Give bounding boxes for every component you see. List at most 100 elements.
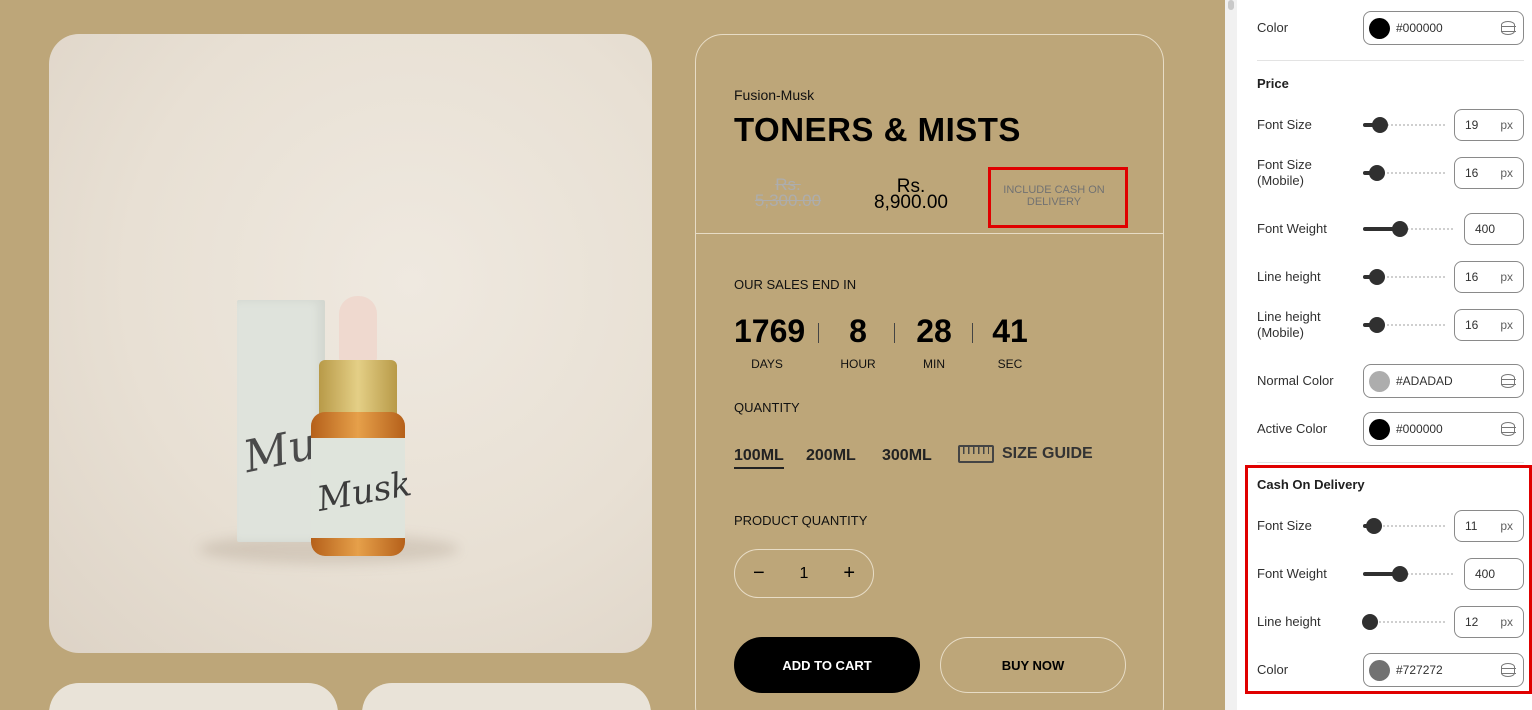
price-font-weight-label: Font Weight bbox=[1257, 221, 1327, 236]
product-title: TONERS & MISTS bbox=[734, 111, 1021, 148]
add-to-cart-button[interactable]: ADD TO CART bbox=[734, 637, 920, 693]
label-line: (Mobile) bbox=[1257, 325, 1304, 340]
slider-knob[interactable] bbox=[1361, 614, 1378, 630]
input-value: 400 bbox=[1475, 567, 1496, 581]
slider-knob[interactable] bbox=[1365, 518, 1382, 534]
active-color-picker[interactable]: #000000 bbox=[1363, 412, 1524, 446]
database-icon[interactable] bbox=[1500, 374, 1516, 388]
countdown-value: 28 bbox=[916, 313, 952, 349]
price-font-size-input[interactable]: 19 px bbox=[1454, 109, 1524, 141]
input-value: 19 bbox=[1465, 118, 1479, 132]
size-guide-link[interactable]: SIZE GUIDE bbox=[958, 445, 1093, 463]
cod-line-height-slider[interactable] bbox=[1361, 614, 1446, 630]
input-value: 400 bbox=[1475, 222, 1496, 236]
color-picker-field[interactable]: #000000 bbox=[1363, 11, 1524, 45]
countdown-value: 8 bbox=[849, 313, 867, 349]
price-font-size-mobile-input[interactable]: 16 px bbox=[1454, 157, 1524, 189]
section-divider bbox=[1257, 462, 1524, 463]
countdown-unit: SEC bbox=[997, 357, 1023, 371]
current-price: Rs. 8,900.00 bbox=[874, 176, 948, 213]
dropper-cap bbox=[339, 296, 377, 362]
price-font-weight-input[interactable]: 400 bbox=[1464, 213, 1524, 245]
product-vendor: Fusion-Musk bbox=[734, 87, 815, 103]
cod-font-size-input[interactable]: 11 px bbox=[1454, 510, 1524, 542]
slider-knob[interactable] bbox=[1391, 221, 1408, 237]
price-line-height-mobile-label: Line height (Mobile) bbox=[1257, 309, 1321, 341]
countdown-minutes: 28 MIN bbox=[914, 313, 954, 371]
cod-line-height-label: Line height bbox=[1257, 614, 1321, 629]
cod-font-size-slider[interactable] bbox=[1363, 518, 1446, 534]
color-swatch[interactable] bbox=[1369, 418, 1390, 440]
color-swatch[interactable] bbox=[1369, 659, 1390, 681]
cod-line-height-input[interactable]: 12 px bbox=[1454, 606, 1524, 638]
slider-knob[interactable] bbox=[1369, 317, 1386, 333]
slider-knob[interactable] bbox=[1369, 269, 1386, 285]
price-line-height-input[interactable]: 16 px bbox=[1454, 261, 1524, 293]
product-quantity-label: PRODUCT QUANTITY bbox=[734, 513, 868, 528]
scrollbar-thumb[interactable] bbox=[1228, 0, 1234, 10]
price-section-title: Price bbox=[1257, 76, 1289, 91]
store-preview: Musk Musk Fusion-Musk TONERS & MISTS Rs.… bbox=[0, 0, 1225, 710]
quantity-stepper: − 1 + bbox=[734, 549, 874, 598]
ruler-icon bbox=[958, 445, 994, 463]
color-swatch[interactable] bbox=[1369, 17, 1390, 39]
minus-icon[interactable]: − bbox=[753, 562, 765, 585]
compare-at-price: Rs. 5,300.00 bbox=[754, 175, 822, 210]
cod-font-weight-slider[interactable] bbox=[1363, 566, 1455, 582]
price-line-height-label: Line height bbox=[1257, 269, 1321, 284]
card-divider bbox=[696, 233, 1163, 234]
cod-section-title: Cash On Delivery bbox=[1257, 477, 1365, 492]
unit-label: px bbox=[1500, 519, 1513, 533]
sales-countdown-label: OUR SALES END IN bbox=[734, 277, 857, 292]
cod-font-weight-input[interactable]: 400 bbox=[1464, 558, 1524, 590]
preview-scrollbar[interactable] bbox=[1225, 0, 1237, 710]
variant-100ml[interactable]: 100ML bbox=[734, 447, 784, 469]
product-thumbnail[interactable] bbox=[362, 683, 651, 710]
database-icon[interactable] bbox=[1500, 663, 1516, 677]
database-icon[interactable] bbox=[1500, 21, 1516, 35]
price-line-height-slider[interactable] bbox=[1363, 269, 1446, 285]
price-font-size-slider[interactable] bbox=[1363, 117, 1446, 133]
color-hex-value[interactable]: #000000 bbox=[1396, 21, 1501, 35]
product-main-image[interactable]: Musk Musk bbox=[49, 34, 652, 653]
database-icon[interactable] bbox=[1500, 422, 1516, 436]
input-value: 11 bbox=[1465, 519, 1478, 533]
settings-panel: Color #000000 Price Font Size 19 px Font… bbox=[1237, 0, 1532, 710]
bottle-collar bbox=[319, 360, 397, 420]
countdown-value: 1769 bbox=[734, 313, 806, 349]
countdown-unit: MIN bbox=[923, 357, 945, 371]
cod-font-size-label: Font Size bbox=[1257, 518, 1312, 533]
countdown-hours: 8 HOUR bbox=[840, 313, 876, 371]
price-font-weight-slider[interactable] bbox=[1363, 221, 1455, 237]
variant-300ml[interactable]: 300ML bbox=[882, 447, 932, 465]
plus-icon[interactable]: + bbox=[843, 562, 855, 585]
price-font-size-mobile-label: Font Size (Mobile) bbox=[1257, 157, 1312, 189]
slider-knob[interactable] bbox=[1371, 117, 1388, 133]
normal-color-picker[interactable]: #ADADAD bbox=[1363, 364, 1524, 398]
cod-color-label: Color bbox=[1257, 662, 1289, 677]
countdown-unit: HOUR bbox=[840, 357, 876, 371]
product-thumbnail[interactable] bbox=[49, 683, 338, 710]
price-line-height-mobile-slider[interactable] bbox=[1363, 317, 1446, 333]
color-swatch[interactable] bbox=[1369, 370, 1390, 392]
product-info-card: Fusion-Musk TONERS & MISTS Rs. 5,300.00 … bbox=[695, 34, 1164, 710]
quantity-value[interactable]: 1 bbox=[800, 565, 809, 583]
unit-label: px bbox=[1500, 615, 1513, 629]
countdown-separator bbox=[818, 323, 819, 343]
cod-color-picker[interactable]: #727272 bbox=[1363, 653, 1524, 687]
input-value: 12 bbox=[1465, 615, 1479, 629]
color-hex-value[interactable]: #000000 bbox=[1396, 422, 1501, 436]
price-line-height-mobile-input[interactable]: 16 px bbox=[1454, 309, 1524, 341]
buy-now-button[interactable]: BUY NOW bbox=[940, 637, 1126, 693]
color-hex-value[interactable]: #727272 bbox=[1396, 663, 1501, 677]
color-label: Color bbox=[1257, 20, 1289, 35]
unit-label: px bbox=[1500, 270, 1513, 284]
slider-knob[interactable] bbox=[1391, 566, 1408, 582]
price-font-size-mobile-slider[interactable] bbox=[1363, 165, 1446, 181]
input-value: 16 bbox=[1465, 318, 1479, 332]
variant-200ml[interactable]: 200ML bbox=[806, 447, 856, 465]
label-line: (Mobile) bbox=[1257, 173, 1304, 188]
color-hex-value[interactable]: #ADADAD bbox=[1396, 374, 1501, 388]
slider-knob[interactable] bbox=[1369, 165, 1386, 181]
countdown-separator bbox=[894, 323, 895, 343]
